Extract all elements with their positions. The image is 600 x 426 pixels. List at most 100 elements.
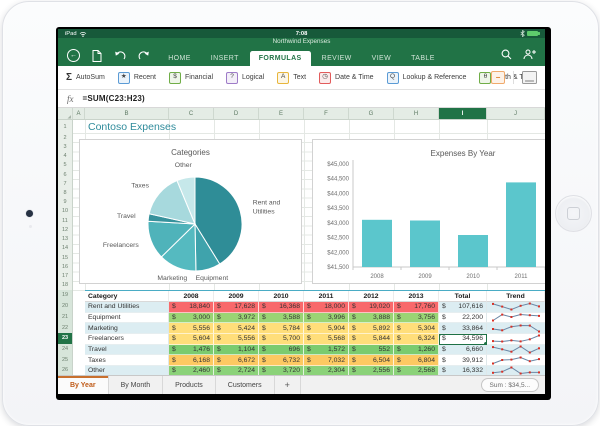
selection-handle[interactable] bbox=[439, 333, 441, 336]
ribbon-tab-view[interactable]: VIEW bbox=[363, 51, 401, 66]
row-number-13[interactable]: 13 bbox=[58, 235, 72, 244]
total-cell[interactable]: $34,596 bbox=[439, 333, 487, 345]
value-cell-2012[interactable]: $552 bbox=[349, 344, 394, 356]
column-header-d[interactable]: D bbox=[214, 108, 259, 119]
sheet-tab-by-year[interactable]: By Year bbox=[58, 376, 109, 394]
value-cell-2012[interactable]: $2,556 bbox=[349, 365, 394, 375]
value-cell-2010[interactable]: $5,700 bbox=[259, 333, 304, 345]
toolbar-logical[interactable]: ? Logical bbox=[226, 71, 264, 84]
category-cell[interactable]: Equipment bbox=[85, 312, 169, 324]
sheet-tab-customers[interactable]: Customers bbox=[216, 376, 275, 394]
toolbar-autosum[interactable]: Σ AutoSum bbox=[66, 72, 105, 83]
value-cell-2011[interactable]: $5,568 bbox=[304, 333, 349, 345]
value-cell-2008[interactable]: $2,460 bbox=[169, 365, 214, 375]
home-button[interactable] bbox=[555, 195, 592, 232]
row-number-18[interactable]: 18 bbox=[58, 281, 72, 290]
category-cell[interactable]: Marketing bbox=[85, 323, 169, 334]
value-cell-2011[interactable]: $7,032 bbox=[304, 355, 349, 366]
column-header-g[interactable]: G bbox=[349, 108, 394, 119]
total-cell[interactable]: $33,864 bbox=[439, 323, 487, 334]
value-cell-2009[interactable]: $17,628 bbox=[214, 302, 259, 313]
value-cell-2011[interactable]: $5,904 bbox=[304, 323, 349, 334]
column-header-c[interactable]: C bbox=[169, 108, 214, 119]
table-header-2010[interactable]: 2010 bbox=[259, 291, 304, 302]
formula-input[interactable]: =SUM(C23:H23) bbox=[83, 94, 145, 103]
value-cell-2010[interactable]: $696 bbox=[259, 344, 304, 356]
value-cell-2013[interactable]: $6,324 bbox=[394, 333, 439, 345]
row-number-22[interactable]: 22 bbox=[58, 322, 72, 333]
toolbar-text[interactable]: A Text bbox=[277, 71, 306, 84]
add-sheet-button[interactable]: + bbox=[275, 376, 301, 394]
sum-badge[interactable]: Sum : $34,5... bbox=[480, 378, 539, 392]
table-header-2009[interactable]: 2009 bbox=[214, 291, 259, 302]
value-cell-2012[interactable]: $5,892 bbox=[349, 323, 394, 334]
toolbar-financial[interactable]: $ Financial bbox=[169, 71, 213, 84]
column-header-i[interactable]: I bbox=[439, 108, 487, 119]
ribbon-tab-home[interactable]: HOME bbox=[159, 51, 200, 66]
value-cell-2010[interactable]: $5,784 bbox=[259, 323, 304, 334]
row-number-4[interactable]: 4 bbox=[58, 151, 72, 160]
ribbon-tab-formulas[interactable]: FORMULAS bbox=[249, 51, 311, 66]
sheet-grid[interactable]: 1 2 3 4 5 6 7 8 9 10 11 12 13 14 15 16 17 18 19 20 21 22 23 24 2… bbox=[58, 120, 545, 375]
ribbon-tab-insert[interactable]: INSERT bbox=[202, 51, 248, 66]
value-cell-2013[interactable]: $2,568 bbox=[394, 365, 439, 375]
row-number-2[interactable]: 2 bbox=[58, 133, 72, 142]
table-header-category[interactable]: Category bbox=[85, 291, 169, 302]
toolbar-lookup-reference[interactable]: Q Lookup & Reference bbox=[386, 71, 466, 84]
trend-cell[interactable] bbox=[487, 302, 545, 313]
value-cell-2008[interactable]: $5,604 bbox=[169, 333, 214, 345]
column-header-f[interactable]: F bbox=[304, 108, 349, 119]
row-number-12[interactable]: 12 bbox=[58, 225, 72, 234]
value-cell-2009[interactable]: $5,424 bbox=[214, 323, 259, 334]
row-number-23[interactable]: 23 bbox=[58, 332, 72, 344]
row-number-19[interactable]: 19 bbox=[58, 289, 72, 301]
row-number-17[interactable]: 17 bbox=[58, 272, 72, 281]
value-cell-2010[interactable]: $6,732 bbox=[259, 355, 304, 366]
category-cell[interactable]: Taxes bbox=[85, 355, 169, 366]
value-cell-2013[interactable]: $17,760 bbox=[394, 302, 439, 313]
value-cell-2009[interactable]: $6,672 bbox=[214, 355, 259, 366]
value-cell-2008[interactable]: $3,000 bbox=[169, 312, 214, 324]
column-header-h[interactable]: H bbox=[394, 108, 439, 119]
keyboard-toggle-button[interactable] bbox=[522, 71, 537, 84]
value-cell-2011[interactable]: $2,304 bbox=[304, 365, 349, 375]
pie-chart[interactable]: Categories Rent and Utilities Equipment Mark… bbox=[79, 139, 302, 284]
value-cell-2012[interactable]: $6,504 bbox=[349, 355, 394, 366]
column-header-j[interactable]: J bbox=[487, 108, 545, 119]
value-cell-2012[interactable]: $3,888 bbox=[349, 312, 394, 324]
trend-cell[interactable] bbox=[487, 333, 545, 345]
row-number-24[interactable]: 24 bbox=[58, 343, 72, 355]
sheet-tab-products[interactable]: Products bbox=[163, 376, 216, 394]
trend-cell[interactable] bbox=[487, 323, 545, 334]
row-number-20[interactable]: 20 bbox=[58, 300, 72, 312]
value-cell-2008[interactable]: $5,556 bbox=[169, 323, 214, 334]
value-cell-2008[interactable]: $1,476 bbox=[169, 344, 214, 356]
select-all-corner[interactable] bbox=[58, 108, 73, 119]
value-cell-2013[interactable]: $5,304 bbox=[394, 323, 439, 334]
value-cell-2012[interactable]: $5,844 bbox=[349, 333, 394, 345]
row-number-10[interactable]: 10 bbox=[58, 207, 72, 216]
value-cell-2011[interactable]: $1,572 bbox=[304, 344, 349, 356]
value-cell-2013[interactable]: $3,756 bbox=[394, 312, 439, 324]
trend-cell[interactable] bbox=[487, 355, 545, 366]
ribbon-tab-review[interactable]: REVIEW bbox=[313, 51, 361, 66]
row-number-6[interactable]: 6 bbox=[58, 170, 72, 179]
row-number-15[interactable]: 15 bbox=[58, 253, 72, 262]
value-cell-2011[interactable]: $3,996 bbox=[304, 312, 349, 324]
column-header-b[interactable]: B bbox=[85, 108, 169, 119]
bar-chart[interactable]: Expenses By Year $41,500 $42,000 $42,500 $43… bbox=[312, 139, 545, 284]
search-button[interactable] bbox=[501, 49, 512, 60]
row-number-8[interactable]: 8 bbox=[58, 188, 72, 197]
table-header-2011[interactable]: 2011 bbox=[304, 291, 349, 302]
value-cell-2010[interactable]: $3,588 bbox=[259, 312, 304, 324]
category-cell[interactable]: Rent and Utilities bbox=[85, 302, 169, 313]
value-cell-2009[interactable]: $2,724 bbox=[214, 365, 259, 375]
value-cell-2012[interactable]: $19,020 bbox=[349, 302, 394, 313]
row-number-16[interactable]: 16 bbox=[58, 262, 72, 271]
trend-cell[interactable] bbox=[487, 365, 545, 375]
value-cell-2013[interactable]: $1,260 bbox=[394, 344, 439, 356]
table-header-2008[interactable]: 2008 bbox=[169, 291, 214, 302]
column-header-a[interactable]: A bbox=[73, 108, 85, 119]
row-number-5[interactable]: 5 bbox=[58, 161, 72, 170]
value-cell-2011[interactable]: $18,000 bbox=[304, 302, 349, 313]
